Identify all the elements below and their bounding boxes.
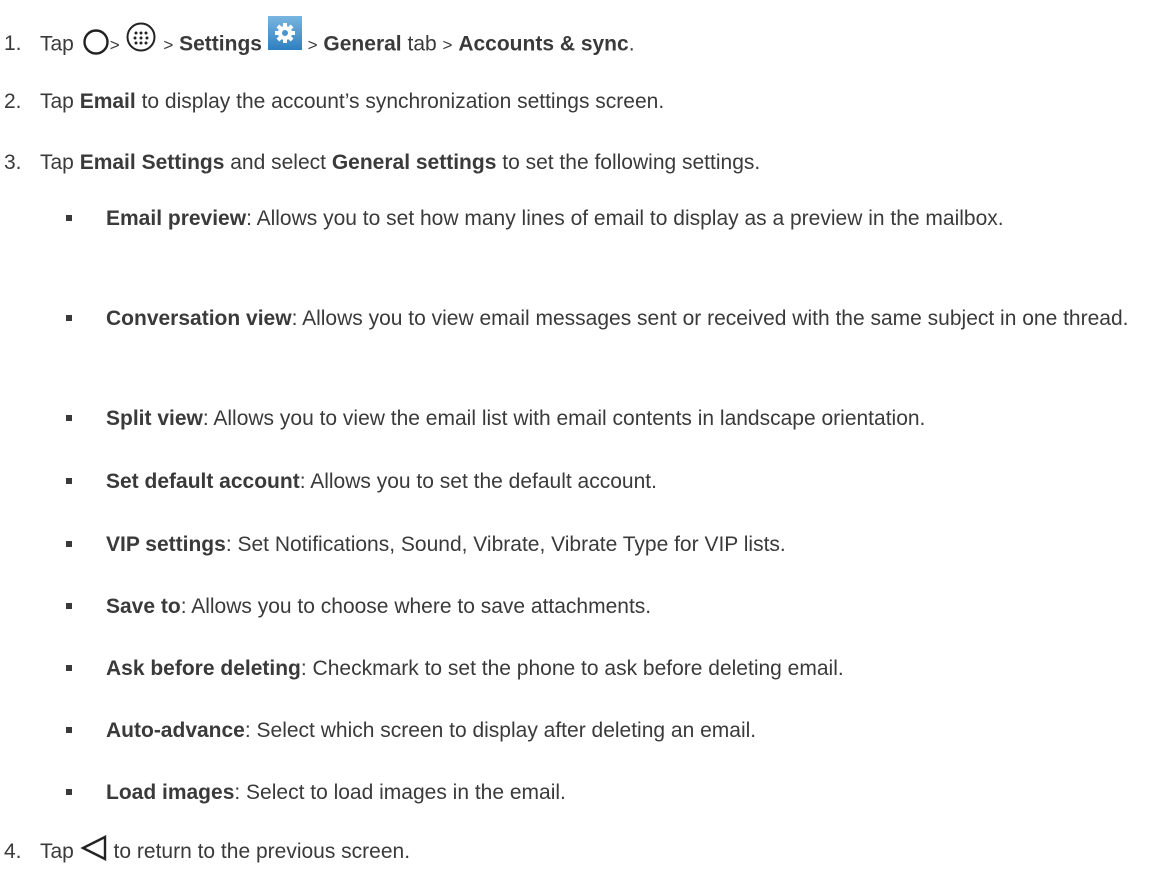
setting-desc: : Allows you to set the default account. — [299, 470, 657, 493]
separator: > — [442, 35, 453, 55]
step-rest: to return to the previous screen. — [113, 840, 411, 863]
setting-term: Conversation view — [106, 307, 292, 330]
list-item-text: VIP settings: Set Notifications, Sound, … — [106, 530, 1146, 560]
list-item-text: Set default account: Allows you to set t… — [106, 467, 1146, 497]
step-number: 2. — [4, 90, 22, 113]
bullet-mark — [66, 478, 72, 484]
accounts-sync-label: Accounts & sync — [458, 32, 629, 56]
list-item-text: Email preview: Allows you to set how man… — [106, 204, 1146, 234]
step-tap-word: Tap — [40, 90, 74, 113]
step-tap-word: Tap — [40, 151, 74, 174]
setting-desc: : Allows you to view the email list with… — [202, 407, 926, 430]
setting-term: VIP settings — [106, 533, 226, 556]
and-select-word: and select — [230, 151, 326, 174]
email-label: Email — [79, 90, 136, 113]
settings-label: Settings — [179, 32, 262, 56]
email-settings-label: Email Settings — [79, 151, 225, 174]
bullet-mark — [66, 727, 72, 733]
step-number: 4. — [4, 840, 22, 863]
general-settings-label: General settings — [331, 151, 497, 174]
home-circle-icon — [82, 28, 110, 56]
setting-desc: : Allows you to view email messages sent… — [291, 307, 1129, 330]
setting-term: Ask before deleting — [106, 657, 301, 680]
apps-grid-icon — [125, 21, 157, 53]
step-text: Tap > > Settings > General tab > Account… — [40, 16, 635, 62]
step-text: Tap to return to the previous screen. — [40, 834, 411, 868]
setting-term: Email preview — [106, 207, 247, 230]
bullet-mark — [66, 603, 72, 609]
setting-desc: : Set Notifications, Sound, Vibrate, Vib… — [225, 533, 786, 556]
general-label: General — [323, 32, 402, 56]
bullet-mark — [66, 215, 72, 221]
instructions-document: 1. Tap > > Settings > General tab > Acco… — [0, 0, 1151, 878]
setting-desc: : Allows you to choose where to save att… — [180, 595, 652, 618]
separator: > — [307, 35, 318, 55]
step-tap-word: Tap — [40, 32, 74, 56]
list-item-text: Auto-advance: Select which screen to dis… — [106, 716, 1146, 746]
bullet-mark — [66, 789, 72, 795]
step-number: 3. — [4, 151, 22, 174]
setting-desc: : Select which screen to display after d… — [244, 719, 757, 742]
list-item-text: Conversation view: Allows you to view em… — [106, 304, 1146, 334]
step-rest: to set the following settings. — [502, 151, 761, 174]
setting-desc: : Select to load images in the email. — [234, 781, 566, 804]
tab-word: tab — [407, 32, 437, 56]
bullet-mark — [66, 541, 72, 547]
setting-term: Set default account — [106, 470, 300, 493]
step-tap-word: Tap — [40, 840, 74, 863]
separator: > — [163, 35, 174, 55]
separator: > — [109, 35, 120, 55]
setting-term: Load images — [106, 781, 235, 804]
setting-desc: : Checkmark to set the phone to ask befo… — [300, 657, 844, 680]
bullet-mark — [66, 415, 72, 421]
period: . — [628, 32, 635, 56]
setting-desc: : Allows you to set how many lines of em… — [246, 207, 1004, 230]
step-number: 1. — [4, 32, 22, 55]
step-text: Tap Email Settings and select General se… — [40, 147, 760, 179]
setting-term: Auto-advance — [106, 719, 245, 742]
list-item-text: Save to: Allows you to choose where to s… — [106, 592, 1146, 622]
bullet-mark — [66, 665, 72, 671]
setting-term: Split view — [106, 407, 203, 430]
step-rest: to display the account’s synchronization… — [141, 90, 665, 113]
bullet-mark — [66, 315, 72, 321]
back-triangle-icon — [80, 834, 108, 862]
step-text: Tap Email to display the account’s synch… — [40, 86, 664, 118]
setting-term: Save to — [106, 595, 181, 618]
list-item-text: Split view: Allows you to view the email… — [106, 404, 1146, 434]
list-item-text: Ask before deleting: Checkmark to set th… — [106, 654, 1146, 684]
settings-gear-icon — [267, 16, 302, 50]
list-item-text: Load images: Select to load images in th… — [106, 778, 1146, 808]
